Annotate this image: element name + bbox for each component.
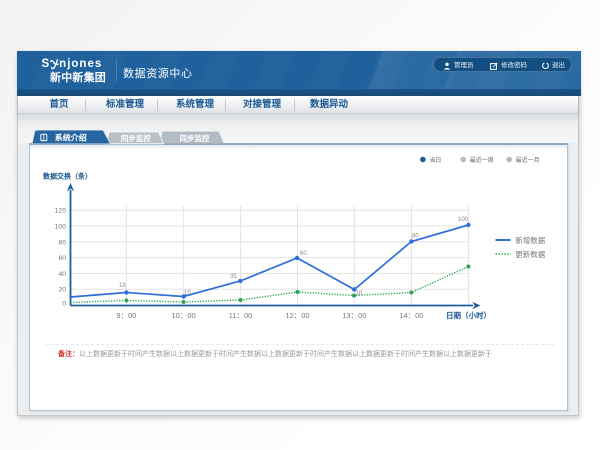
svg-text:40: 40 [58, 271, 66, 278]
svg-text:数据交换（条）: 数据交换（条） [43, 172, 92, 181]
svg-text:当日: 当日 [429, 156, 441, 164]
svg-text:14：00: 14：00 [399, 311, 423, 320]
svg-text:9：00: 9：00 [116, 311, 136, 320]
svg-text:120: 120 [55, 208, 67, 215]
svg-text:10: 10 [184, 291, 191, 297]
svg-text:60: 60 [58, 255, 66, 262]
svg-text:最近一月: 最近一月 [516, 156, 540, 164]
svg-text:新增数据: 新增数据 [515, 235, 545, 245]
svg-text:10：00: 10：00 [172, 311, 196, 320]
svg-text:10: 10 [356, 291, 363, 297]
svg-text:100: 100 [55, 224, 67, 231]
svg-text:同步监控: 同步监控 [180, 133, 210, 143]
svg-text:80: 80 [58, 239, 66, 246]
svg-text:11：00: 11：00 [229, 311, 253, 320]
svg-text:同步监控: 同步监控 [121, 133, 151, 143]
svg-text:80: 80 [412, 234, 419, 240]
svg-text:20: 20 [58, 287, 66, 294]
svg-text:13：00: 13：00 [342, 311, 366, 320]
svg-text:60: 60 [300, 251, 307, 257]
svg-text:0: 0 [62, 301, 66, 308]
svg-text:系统介绍: 系统介绍 [55, 132, 87, 142]
svg-text:18: 18 [119, 283, 126, 289]
svg-text:最近一周: 最近一周 [470, 156, 494, 164]
svg-text:100: 100 [458, 217, 469, 223]
svg-text:更新数据: 更新数据 [515, 249, 545, 259]
svg-text:35: 35 [230, 274, 237, 280]
svg-text:日期（小时）: 日期（小时） [446, 310, 491, 320]
svg-text:12：00: 12：00 [285, 311, 309, 320]
